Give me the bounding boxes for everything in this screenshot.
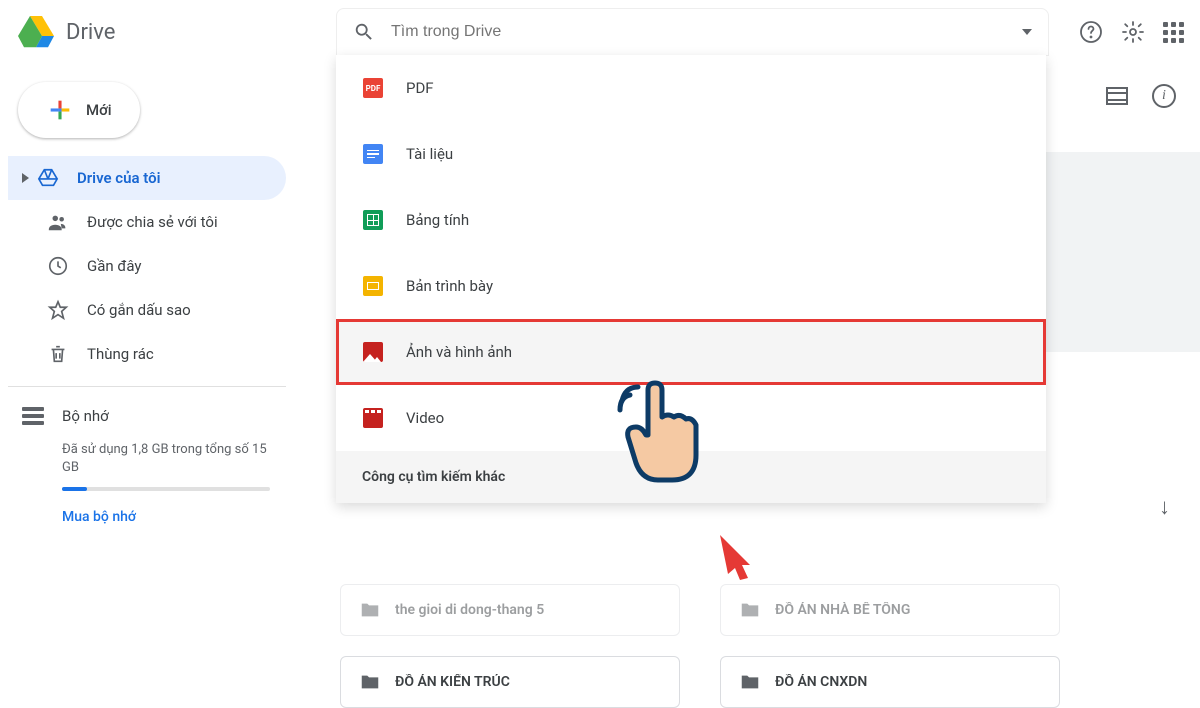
- sidebar-item-recent[interactable]: Gần đây: [8, 244, 286, 288]
- expand-caret-icon: [22, 173, 29, 183]
- sidebar-item-label: Thùng rác: [87, 345, 154, 363]
- sidebar-item-mydrive[interactable]: Drive của tôi: [8, 156, 286, 200]
- sidebar-item-label: Gần đây: [87, 257, 142, 275]
- sidebar: Mới Drive của tôi Được chia sẻ với tôi G…: [0, 64, 300, 675]
- help-icon[interactable]: [1079, 20, 1103, 44]
- folder-card[interactable]: ĐỒ ÁN NHÀ BÊ TÔNG: [720, 584, 1060, 636]
- folder-card[interactable]: ĐỒ ÁN KIẾN TRÚC: [340, 656, 680, 708]
- dropdown-item-label: PDF: [406, 79, 434, 97]
- tap-cursor-overlay-icon: [600, 375, 720, 495]
- sheet-icon: [362, 209, 384, 231]
- folder-icon: [359, 671, 381, 693]
- dropdown-item-label: Bản trình bày: [406, 277, 493, 295]
- sort-arrow-icon[interactable]: ↓: [1159, 494, 1170, 520]
- dropdown-item-sheet[interactable]: Bảng tính: [336, 187, 1046, 253]
- settings-gear-icon[interactable]: [1121, 20, 1145, 44]
- folder-icon: [739, 671, 761, 693]
- folder-name: the gioi di dong-thang 5: [395, 602, 544, 618]
- search-box[interactable]: [336, 8, 1049, 56]
- sidebar-item-label: Được chia sẻ với tôi: [87, 213, 218, 231]
- storage-usage-text: Đã sử dụng 1,8 GB trong tổng số 15 GB: [8, 435, 300, 477]
- folder-card[interactable]: the gioi di dong-thang 5: [340, 584, 680, 636]
- storage-icon: [22, 407, 44, 425]
- sidebar-item-label: Drive của tôi: [77, 169, 161, 187]
- dropdown-item-doc[interactable]: Tài liệu: [336, 121, 1046, 187]
- dropdown-item-pdf[interactable]: PDF PDF: [336, 55, 1046, 121]
- slide-icon: [362, 275, 384, 297]
- dropdown-item-label: Video: [406, 409, 444, 427]
- dropdown-item-label: Bảng tính: [406, 211, 469, 229]
- search-icon: [353, 21, 375, 43]
- sidebar-item-shared[interactable]: Được chia sẻ với tôi: [8, 200, 286, 244]
- image-icon: [362, 341, 384, 363]
- dropdown-item-label: Tài liệu: [406, 145, 453, 163]
- dropdown-item-slide[interactable]: Bản trình bày: [336, 253, 1046, 319]
- list-view-icon[interactable]: [1106, 87, 1128, 105]
- star-icon: [47, 299, 69, 321]
- trash-icon: [47, 343, 69, 365]
- sidebar-item-starred[interactable]: Có gắn dấu sao: [8, 288, 286, 332]
- new-button[interactable]: Mới: [18, 82, 140, 138]
- shared-icon: [47, 211, 69, 233]
- pdf-icon: PDF: [362, 77, 384, 99]
- sidebar-item-storage[interactable]: Bộ nhớ: [8, 397, 300, 435]
- apps-grid-icon[interactable]: [1163, 22, 1184, 43]
- folder-name: ĐỒ ÁN KIẾN TRÚC: [395, 674, 510, 690]
- clock-icon: [47, 255, 69, 277]
- search-input[interactable]: [391, 23, 1022, 41]
- info-icon[interactable]: i: [1152, 84, 1176, 108]
- quick-access-card[interactable]: [1020, 152, 1200, 352]
- folder-icon: [739, 599, 761, 621]
- storage-label: Bộ nhớ: [62, 407, 109, 425]
- sidebar-item-label: Có gắn dấu sao: [87, 301, 191, 319]
- mydrive-icon: [37, 167, 59, 189]
- red-arrow-overlay-icon: [710, 530, 760, 580]
- doc-icon: [362, 143, 384, 165]
- search-options-caret-icon[interactable]: [1022, 29, 1032, 35]
- folder-card[interactable]: ĐỒ ÁN CNXDN: [720, 656, 1060, 708]
- drive-logo-icon: [16, 12, 56, 52]
- buy-storage-link[interactable]: Mua bộ nhớ: [8, 491, 300, 525]
- folder-name: ĐỒ ÁN NHÀ BÊ TÔNG: [775, 602, 910, 618]
- plus-icon: [46, 96, 74, 124]
- dropdown-item-label: Ảnh và hình ảnh: [406, 343, 512, 361]
- folder-icon: [359, 599, 381, 621]
- storage-progress-bar: [62, 487, 270, 491]
- sidebar-item-trash[interactable]: Thùng rác: [8, 332, 286, 376]
- video-icon: [362, 407, 384, 429]
- folder-name: ĐỒ ÁN CNXDN: [775, 674, 867, 690]
- app-name: Drive: [66, 20, 115, 45]
- new-button-label: Mới: [86, 101, 112, 119]
